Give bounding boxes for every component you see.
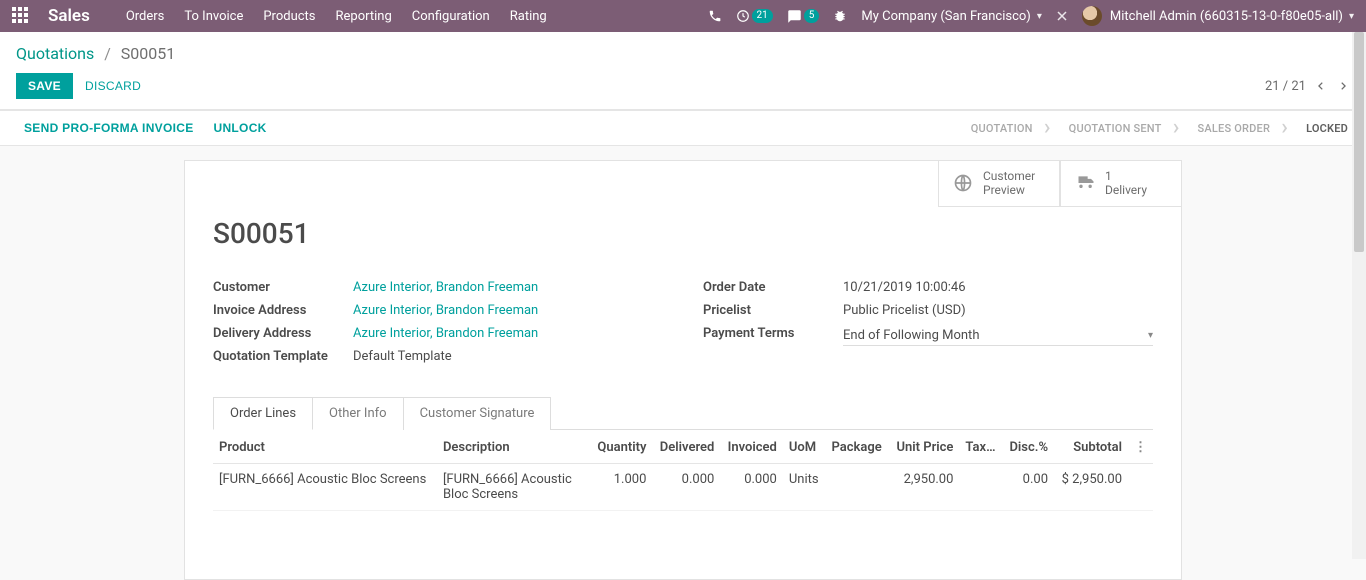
menu-to-invoice[interactable]: To Invoice: [184, 9, 243, 24]
top-navbar: Sales Orders To Invoice Products Reporti…: [0, 0, 1366, 32]
pager: 21 / 21: [1265, 79, 1350, 94]
customer-value[interactable]: Azure Interior, Brandon Freeman: [353, 280, 538, 295]
col-package[interactable]: Package: [825, 430, 889, 464]
globe-icon: [953, 173, 973, 193]
cell-uom[interactable]: Units: [783, 464, 826, 511]
cell-delivered[interactable]: 0.000: [652, 464, 720, 511]
cell-subtotal[interactable]: $ 2,950.00: [1054, 464, 1128, 511]
quotation-template-value[interactable]: Default Template: [353, 349, 452, 364]
delivery-button[interactable]: 1 Delivery: [1060, 160, 1182, 207]
cell-invoiced[interactable]: 0.000: [720, 464, 783, 511]
app-brand[interactable]: Sales: [48, 6, 90, 26]
delivery-address-label: Delivery Address: [213, 326, 353, 341]
col-options-icon[interactable]: ⋮: [1128, 430, 1153, 464]
menu-rating[interactable]: Rating: [510, 9, 547, 24]
tab-order-lines[interactable]: Order Lines: [213, 397, 313, 430]
stat-preview-line2: Preview: [983, 183, 1035, 197]
payment-terms-label: Payment Terms: [703, 326, 843, 346]
record-title: S00051: [213, 217, 1153, 250]
col-taxes[interactable]: Tax…: [959, 430, 1002, 464]
customer-preview-button[interactable]: Customer Preview: [938, 160, 1060, 207]
window-scrollbar[interactable]: [1352, 32, 1366, 559]
order-lines-table: Product Description Quantity Delivered I…: [213, 430, 1153, 511]
stat-preview-line1: Customer: [983, 169, 1035, 183]
payment-terms-value: End of Following Month: [843, 328, 979, 343]
menu-reporting[interactable]: Reporting: [336, 9, 392, 24]
payment-terms-select[interactable]: End of Following Month ▾: [843, 326, 1153, 346]
tab-customer-signature[interactable]: Customer Signature: [404, 397, 552, 430]
cell-disc[interactable]: 0.00: [1002, 464, 1054, 511]
main-menu: Orders To Invoice Products Reporting Con…: [126, 9, 547, 24]
col-unit-price[interactable]: Unit Price: [889, 430, 959, 464]
status-bar: SEND PRO-FORMA INVOICE UNLOCK QUOTATION …: [0, 110, 1366, 146]
scrollbar-thumb[interactable]: [1354, 32, 1364, 252]
control-panel: Quotations / S00051 SAVE DISCARD 21 / 21: [0, 32, 1366, 110]
col-delivered[interactable]: Delivered: [652, 430, 720, 464]
truck-icon: [1075, 173, 1095, 193]
menu-products[interactable]: Products: [263, 9, 315, 24]
chevron-down-icon: ▾: [1148, 330, 1153, 341]
tab-other-info[interactable]: Other Info: [313, 397, 404, 430]
menu-orders[interactable]: Orders: [126, 9, 165, 24]
status-steps: QUOTATION QUOTATION SENT SALES ORDER LOC…: [951, 111, 1366, 145]
delivery-address-value[interactable]: Azure Interior, Brandon Freeman: [353, 326, 538, 341]
close-icon[interactable]: [1056, 10, 1068, 22]
col-description[interactable]: Description: [437, 430, 590, 464]
invoice-address-label: Invoice Address: [213, 303, 353, 318]
pricelist-label: Pricelist: [703, 303, 843, 318]
cell-product[interactable]: [FURN_6666] Acoustic Bloc Screens: [213, 464, 437, 511]
stat-delivery-line1: 1: [1105, 169, 1147, 183]
activities-badge: 21: [752, 9, 773, 23]
company-switcher[interactable]: My Company (San Francisco): [861, 9, 1041, 24]
cell-quantity[interactable]: 1.000: [590, 464, 652, 511]
save-button[interactable]: SAVE: [16, 73, 73, 99]
order-date-label: Order Date: [703, 280, 843, 295]
menu-configuration[interactable]: Configuration: [412, 9, 490, 24]
step-quotation[interactable]: QUOTATION: [951, 111, 1049, 145]
col-uom[interactable]: UoM: [783, 430, 826, 464]
col-product[interactable]: Product: [213, 430, 437, 464]
company-name: My Company (San Francisco): [861, 9, 1030, 24]
breadcrumb: Quotations / S00051: [0, 32, 1366, 67]
breadcrumb-root[interactable]: Quotations: [16, 44, 94, 63]
invoice-address-value[interactable]: Azure Interior, Brandon Freeman: [353, 303, 538, 318]
notebook-tabs: Order Lines Other Info Customer Signatur…: [213, 396, 1153, 430]
cell-description[interactable]: [FURN_6666] Acoustic Bloc Screens: [437, 464, 590, 511]
pricelist-value: Public Pricelist (USD): [843, 303, 966, 318]
breadcrumb-current: S00051: [121, 44, 175, 63]
cell-unit-price[interactable]: 2,950.00: [889, 464, 959, 511]
activities-icon[interactable]: 21: [736, 9, 773, 23]
cell-package[interactable]: [825, 464, 889, 511]
debug-icon[interactable]: [833, 9, 847, 23]
phone-icon[interactable]: [708, 9, 722, 23]
col-subtotal[interactable]: Subtotal: [1054, 430, 1128, 464]
user-name: Mitchell Admin (660315-13-0-f80e05-all): [1110, 9, 1343, 24]
pager-next-icon[interactable]: [1336, 79, 1350, 93]
send-proforma-button[interactable]: SEND PRO-FORMA INVOICE: [16, 121, 202, 135]
unlock-button[interactable]: UNLOCK: [206, 121, 275, 135]
pager-position: 21 / 21: [1265, 79, 1306, 94]
step-quotation-sent[interactable]: QUOTATION SENT: [1049, 111, 1178, 145]
avatar: [1082, 6, 1102, 26]
messages-icon[interactable]: 5: [787, 9, 820, 24]
col-invoiced[interactable]: Invoiced: [720, 430, 783, 464]
step-sales-order[interactable]: SALES ORDER: [1178, 111, 1287, 145]
col-quantity[interactable]: Quantity: [590, 430, 652, 464]
form-sheet: Customer Preview 1 Delivery S00051 C: [184, 160, 1182, 580]
nav-right: 21 5 My Company (San Francisco) Mitchell…: [708, 6, 1354, 26]
table-row[interactable]: [FURN_6666] Acoustic Bloc Screens [FURN_…: [213, 464, 1153, 511]
messages-badge: 5: [804, 9, 820, 23]
cell-taxes[interactable]: [959, 464, 1002, 511]
col-disc[interactable]: Disc.%: [1002, 430, 1054, 464]
quotation-template-label: Quotation Template: [213, 349, 353, 364]
stat-delivery-line2: Delivery: [1105, 183, 1147, 197]
order-date-value: 10/21/2019 10:00:46: [843, 280, 966, 295]
customer-label: Customer: [213, 280, 353, 295]
apps-icon[interactable]: [12, 7, 30, 25]
pager-prev-icon[interactable]: [1314, 79, 1328, 93]
user-menu[interactable]: Mitchell Admin (660315-13-0-f80e05-all): [1082, 6, 1354, 26]
discard-button[interactable]: DISCARD: [73, 73, 153, 99]
